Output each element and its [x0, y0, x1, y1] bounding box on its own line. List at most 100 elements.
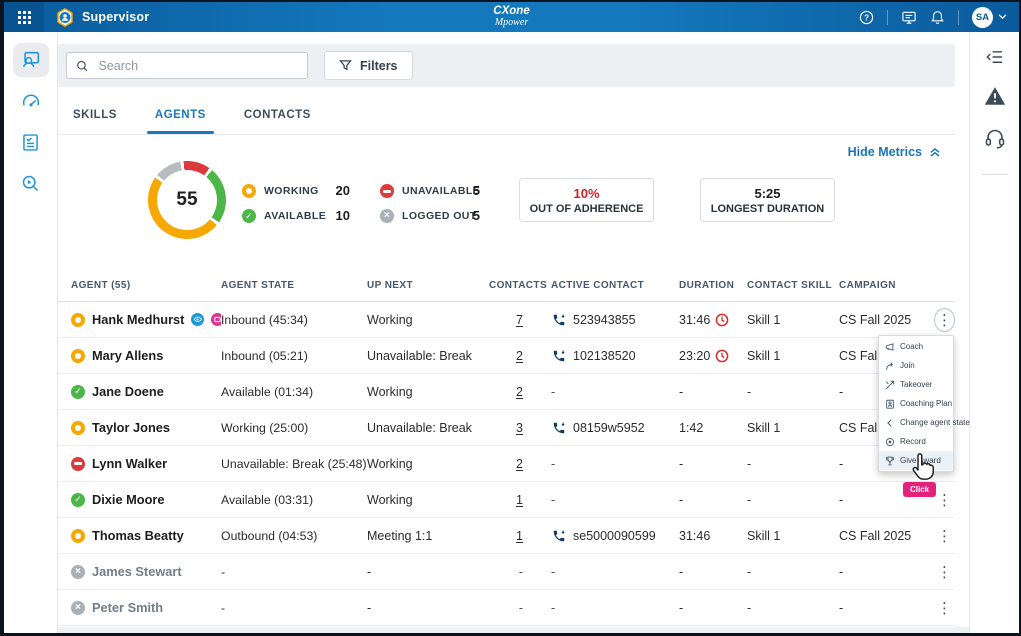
screen-share-button[interactable] [901, 10, 917, 25]
agent-name: Taylor Jones [92, 420, 170, 435]
alerts-button[interactable] [984, 86, 1006, 106]
filters-button[interactable]: Filters [324, 51, 413, 80]
column-agent-state[interactable]: AGENT STATE [221, 280, 367, 291]
agent-row[interactable]: Taylor JonesWorking (25:00)Unavailable: … [58, 410, 955, 446]
unavailable-status-icon [380, 184, 394, 198]
column-active-contact[interactable]: ACTIVE CONTACT [541, 280, 677, 291]
help-button[interactable]: ? [859, 10, 874, 25]
legend-logged-out-value: 5 [456, 208, 480, 223]
agent-row[interactable]: ×Peter Smith-------⋮ [58, 590, 955, 626]
duration-cell: - [677, 601, 739, 615]
agent-row[interactable]: ×James Stewart-------⋮ [58, 554, 955, 590]
main-content: Filters SKILLS AGENTS CONTACTS 55 WORKIN… [58, 32, 969, 633]
active-contact-cell: 523943855 [541, 313, 677, 327]
column-agent[interactable]: AGENT (55) [71, 280, 221, 291]
agent-row[interactable]: ✓Dixie MooreAvailable (03:31)Working1---… [58, 482, 955, 518]
contacts-count-link[interactable]: 7 [516, 313, 523, 327]
tab-contacts[interactable]: CONTACTS [231, 96, 324, 134]
megaphone-icon [885, 342, 895, 352]
agent-state-cell: - [221, 601, 367, 615]
row-actions-menu-button[interactable]: ⋮ [934, 524, 955, 548]
contacts-cell: 2 [489, 385, 541, 399]
agent-row[interactable]: Mary AllensInbound (05:21)Unavailable: B… [58, 338, 955, 374]
double-chevron-up-icon [929, 146, 941, 158]
supervisor-app-icon [56, 8, 74, 27]
menu-item-coaching-plan[interactable]: Coaching Plan [879, 394, 953, 413]
up-next-cell: Working [367, 385, 489, 399]
contact-skill-cell: - [739, 565, 835, 579]
menu-item-coach[interactable]: Coach [879, 337, 953, 356]
up-next-cell: Meeting 1:1 [367, 529, 489, 543]
table-footer-strip [58, 627, 969, 633]
row-actions-menu-button[interactable]: ⋮ [934, 596, 955, 620]
active-contact-number: se5000090599 [573, 529, 656, 543]
agent-state-cell: Unavailable: Break (25:48) [221, 457, 367, 471]
legend-unavailable-value: 5 [456, 183, 480, 198]
duration-cell: 23:20 [677, 349, 739, 363]
menu-item-takeover[interactable]: Takeover [879, 375, 953, 394]
menu-item-record[interactable]: Record [879, 432, 953, 451]
agent-row[interactable]: ✓Jane DoeneAvailable (01:34)Working2----… [58, 374, 955, 410]
phone-inbound-icon [551, 421, 567, 435]
collapse-panel-button[interactable] [985, 49, 1004, 65]
column-contact-skill[interactable]: CONTACT SKILL [739, 280, 835, 291]
sidebar-item-dashboard[interactable] [13, 84, 49, 118]
divider [958, 10, 959, 25]
column-contacts[interactable]: CONTACTS [489, 280, 541, 291]
agent-row[interactable]: Thomas BeattyOutbound (04:53)Meeting 1:1… [58, 518, 955, 554]
active-contact-cell: 08159w5952 [541, 421, 677, 435]
up-next-cell: Working [367, 457, 489, 471]
row-actions-menu-button[interactable]: ⋮ [934, 560, 955, 584]
monitoring-icon [191, 313, 204, 326]
up-next-cell: - [367, 601, 489, 615]
sidebar-item-reports[interactable] [13, 125, 49, 159]
working-status-icon [242, 184, 256, 198]
column-duration[interactable]: DURATION [677, 280, 739, 291]
voice-connection-button[interactable] [984, 127, 1006, 149]
row-actions-menu-button[interactable]: ⋮ [934, 308, 955, 332]
agent-row[interactable]: Lynn WalkerUnavailable: Break (25:48)Wor… [58, 446, 955, 482]
agent-states-donut-chart: 55 [148, 161, 226, 239]
contacts-count-link[interactable]: 2 [516, 349, 523, 363]
contacts-count-link[interactable]: 1 [516, 493, 523, 507]
column-up-next[interactable]: UP NEXT [367, 280, 489, 291]
agent-row[interactable]: Hank MedhurstInbound (45:34)Working75239… [58, 302, 955, 338]
row-actions-cell: ⋮ [931, 308, 955, 332]
agent-name-cell: ✓Jane Doene [71, 384, 221, 399]
chevron-down-icon [998, 14, 1007, 20]
sidebar-item-agent-monitoring[interactable] [13, 43, 49, 77]
menu-item-join[interactable]: Join [879, 356, 953, 375]
search-box[interactable] [66, 52, 308, 79]
hide-metrics-button[interactable]: Hide Metrics [848, 145, 941, 159]
menu-item-give-award[interactable]: Give Award [879, 451, 953, 470]
contact-skill-cell: Skill 1 [739, 529, 835, 543]
agent-name-cell: ×James Stewart [71, 564, 221, 579]
row-actions-cell: ⋮ [931, 596, 955, 620]
notifications-button[interactable] [930, 10, 945, 25]
contacts-count-link[interactable]: 2 [516, 457, 523, 471]
menu-item-change-agent-state[interactable]: Change agent state [879, 413, 953, 432]
column-campaign[interactable]: CAMPAIGN [835, 280, 931, 291]
tab-agents[interactable]: AGENTS [142, 96, 219, 134]
cxone-mpower-logo: CXone Mpower [493, 6, 529, 29]
active-contact-cell: - [541, 493, 677, 507]
app-launcher-button[interactable] [4, 2, 44, 32]
row-actions-menu-button[interactable]: ⋮ [934, 488, 955, 512]
adherence-label: OUT OF ADHERENCE [530, 203, 644, 215]
agent-status-available-icon: ✓ [71, 493, 85, 507]
sidebar-item-search-recordings[interactable] [13, 166, 49, 200]
row-actions-cell: ⋮ [931, 560, 955, 584]
contacts-count-link[interactable]: 1 [516, 529, 523, 543]
user-menu-button[interactable]: SA [972, 7, 1007, 28]
active-contact-cell: - [541, 601, 677, 615]
contacts-count-link[interactable]: 2 [516, 385, 523, 399]
duration-alert-clock-icon [715, 349, 729, 363]
contacts-count-link[interactable]: 3 [516, 421, 523, 435]
left-sidebar [4, 32, 58, 633]
tab-skills[interactable]: SKILLS [60, 96, 130, 134]
active-contact-cell: - [541, 457, 677, 471]
record-icon [885, 437, 895, 447]
agent-name-cell: ✓Dixie Moore [71, 492, 221, 507]
search-input[interactable] [96, 58, 298, 74]
logged-out-status-icon: × [380, 209, 394, 223]
